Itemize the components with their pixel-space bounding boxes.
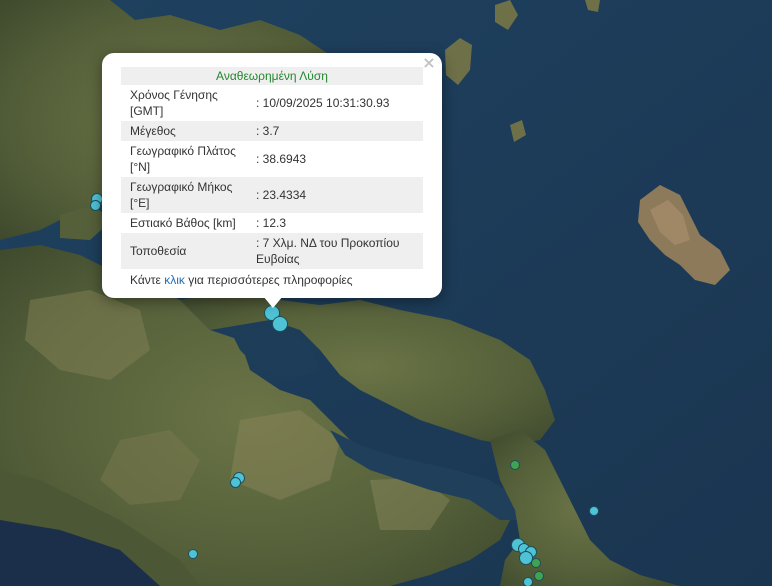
origin-time-value: : 10/09/2025 10:31:30.93 [252, 85, 423, 121]
marker-cyan[interactable] [589, 506, 599, 516]
earthquake-info-table: Αναθεωρημένη Λύση Χρόνος Γένησης [GMT] :… [121, 67, 423, 290]
popup-tip [263, 296, 283, 308]
latitude-label: Γεωγραφικό Πλάτος [°N] [121, 141, 252, 177]
depth-label: Εστιακό Βάθος [km] [121, 213, 252, 233]
marker-cyan[interactable] [90, 200, 101, 211]
popup-header: Αναθεωρημένη Λύση [121, 67, 423, 85]
location-label: Τοποθεσία [121, 233, 252, 269]
marker-cyan[interactable] [188, 549, 198, 559]
footer-text-post: για περισσότερες πληροφορίες [185, 273, 353, 287]
marker-green[interactable] [531, 558, 541, 568]
longitude-label: Γεωγραφικό Μήκος [°E] [121, 177, 252, 213]
marker-cyan[interactable] [272, 316, 288, 332]
longitude-value: : 23.4334 [252, 177, 423, 213]
map-view[interactable]: × Αναθεωρημένη Λύση Χρόνος Γένησης [GMT]… [0, 0, 772, 586]
marker-cyan[interactable] [523, 577, 533, 586]
latitude-value: : 38.6943 [252, 141, 423, 177]
marker-green[interactable] [534, 571, 544, 581]
magnitude-value: : 3.7 [252, 121, 423, 141]
footer-text-pre: Κάντε [130, 273, 164, 287]
earthquake-info-popup: × Αναθεωρημένη Λύση Χρόνος Γένησης [GMT]… [102, 53, 442, 298]
more-info-link[interactable]: κλικ [164, 273, 185, 287]
magnitude-label: Μέγεθος [121, 121, 252, 141]
more-info-footer: Κάντε κλικ για περισσότερες πληροφορίες [121, 269, 423, 290]
location-value: : 7 Χλμ. ΝΔ του Προκοπίου Ευβοίας [252, 233, 423, 269]
marker-green[interactable] [510, 460, 520, 470]
origin-time-label: Χρόνος Γένησης [GMT] [121, 85, 252, 121]
marker-cyan[interactable] [230, 477, 241, 488]
depth-value: : 12.3 [252, 213, 423, 233]
close-icon[interactable]: × [422, 56, 436, 70]
